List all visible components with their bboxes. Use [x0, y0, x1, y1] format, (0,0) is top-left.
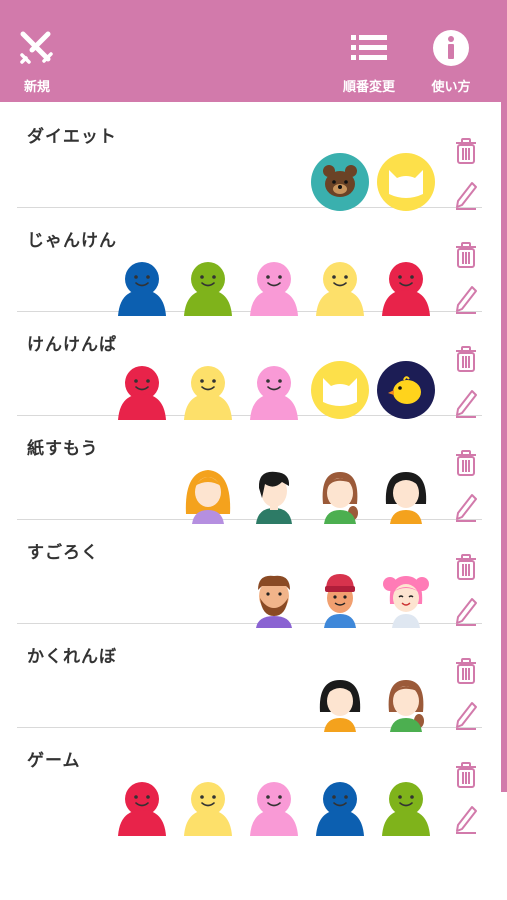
avatar-blob-pink	[244, 776, 304, 836]
new-label: 新規	[23, 80, 50, 95]
pencil-icon[interactable]	[453, 596, 479, 626]
avatar-girl-orange	[178, 464, 238, 524]
pencil-icon[interactable]	[453, 492, 479, 522]
list-item[interactable]: じゃんけん	[17, 208, 482, 316]
item-title: ダイエット	[27, 127, 117, 147]
avatar-chick	[376, 360, 436, 420]
avatar-girl-brown	[310, 464, 370, 524]
avatar-blob-green	[178, 256, 238, 316]
avatar-group	[112, 256, 436, 316]
avatar-group	[310, 152, 436, 212]
list-item[interactable]: けんけんぱ	[17, 312, 482, 420]
avatar-blob-pink	[244, 256, 304, 316]
avatar-girl-pink	[376, 568, 436, 628]
avatar-boy-hat	[310, 568, 370, 628]
app-header: 新規 順番変更 使い方	[0, 0, 507, 102]
avatar-blob-yellow	[310, 256, 370, 316]
avatar-girl-brown	[376, 672, 436, 732]
reorder-button[interactable]: 順番変更	[343, 28, 395, 95]
avatar-blob-blue	[310, 776, 370, 836]
list-item[interactable]: すごろく	[17, 520, 482, 628]
avatar-blob-pink	[244, 360, 304, 420]
item-actions	[450, 760, 482, 834]
trash-icon[interactable]	[453, 760, 479, 790]
new-button[interactable]: 新規	[17, 28, 57, 95]
info-icon	[431, 28, 471, 68]
avatar-group	[244, 568, 436, 628]
pencil-icon[interactable]	[453, 700, 479, 730]
avatar-boy-black	[244, 464, 304, 524]
item-actions	[450, 552, 482, 626]
pencil-icon[interactable]	[453, 388, 479, 418]
avatar-group	[112, 776, 436, 836]
reorder-label: 順番変更	[343, 80, 396, 95]
pencil-icon[interactable]	[453, 284, 479, 314]
avatar-girl-black	[376, 464, 436, 524]
avatar-blob-blue	[112, 256, 172, 316]
pencil-icon[interactable]	[453, 804, 479, 834]
avatar-cat-yellow	[376, 152, 436, 212]
howto-button[interactable]: 使い方	[431, 28, 471, 95]
avatar-blob-red	[112, 776, 172, 836]
pencil-icon[interactable]	[453, 180, 479, 210]
avatar-man-beard	[244, 568, 304, 628]
avatar-blob-green	[376, 776, 436, 836]
list-item[interactable]: かくれんぼ	[17, 624, 482, 732]
avatar-blob-red	[376, 256, 436, 316]
swords-icon	[17, 28, 57, 68]
item-list: ダイエットじゃんけんけんけんぱ紙すもうすごろくかくれんぼゲーム	[17, 104, 482, 836]
item-title: けんけんぱ	[27, 335, 117, 355]
item-title: かくれんぼ	[27, 647, 117, 667]
avatar-blob-red	[112, 360, 172, 420]
trash-icon[interactable]	[453, 136, 479, 166]
trash-icon[interactable]	[453, 344, 479, 374]
item-actions	[450, 344, 482, 418]
avatar-cat-yellow	[310, 360, 370, 420]
list-item[interactable]: 紙すもう	[17, 416, 482, 524]
item-title: じゃんけん	[27, 231, 117, 251]
item-actions	[450, 136, 482, 210]
avatar-girl-black	[310, 672, 370, 732]
list-item[interactable]: ダイエット	[17, 104, 482, 211]
trash-icon[interactable]	[453, 448, 479, 478]
avatar-blob-yellow	[178, 776, 238, 836]
trash-icon[interactable]	[453, 240, 479, 270]
avatar-group	[310, 672, 436, 732]
avatar-group	[178, 464, 436, 524]
item-actions	[450, 656, 482, 730]
list-icon	[349, 28, 389, 68]
item-title: ゲーム	[27, 751, 81, 771]
item-title: 紙すもう	[27, 439, 99, 459]
trash-icon[interactable]	[453, 552, 479, 582]
avatar-blob-yellow	[178, 360, 238, 420]
scrollbar[interactable]	[501, 102, 507, 792]
list-item[interactable]: ゲーム	[17, 728, 482, 836]
trash-icon[interactable]	[453, 656, 479, 686]
item-title: すごろく	[27, 543, 99, 563]
item-actions	[450, 240, 482, 314]
howto-label: 使い方	[431, 80, 471, 95]
avatar-group	[112, 360, 436, 420]
item-actions	[450, 448, 482, 522]
avatar-bear	[310, 152, 370, 212]
